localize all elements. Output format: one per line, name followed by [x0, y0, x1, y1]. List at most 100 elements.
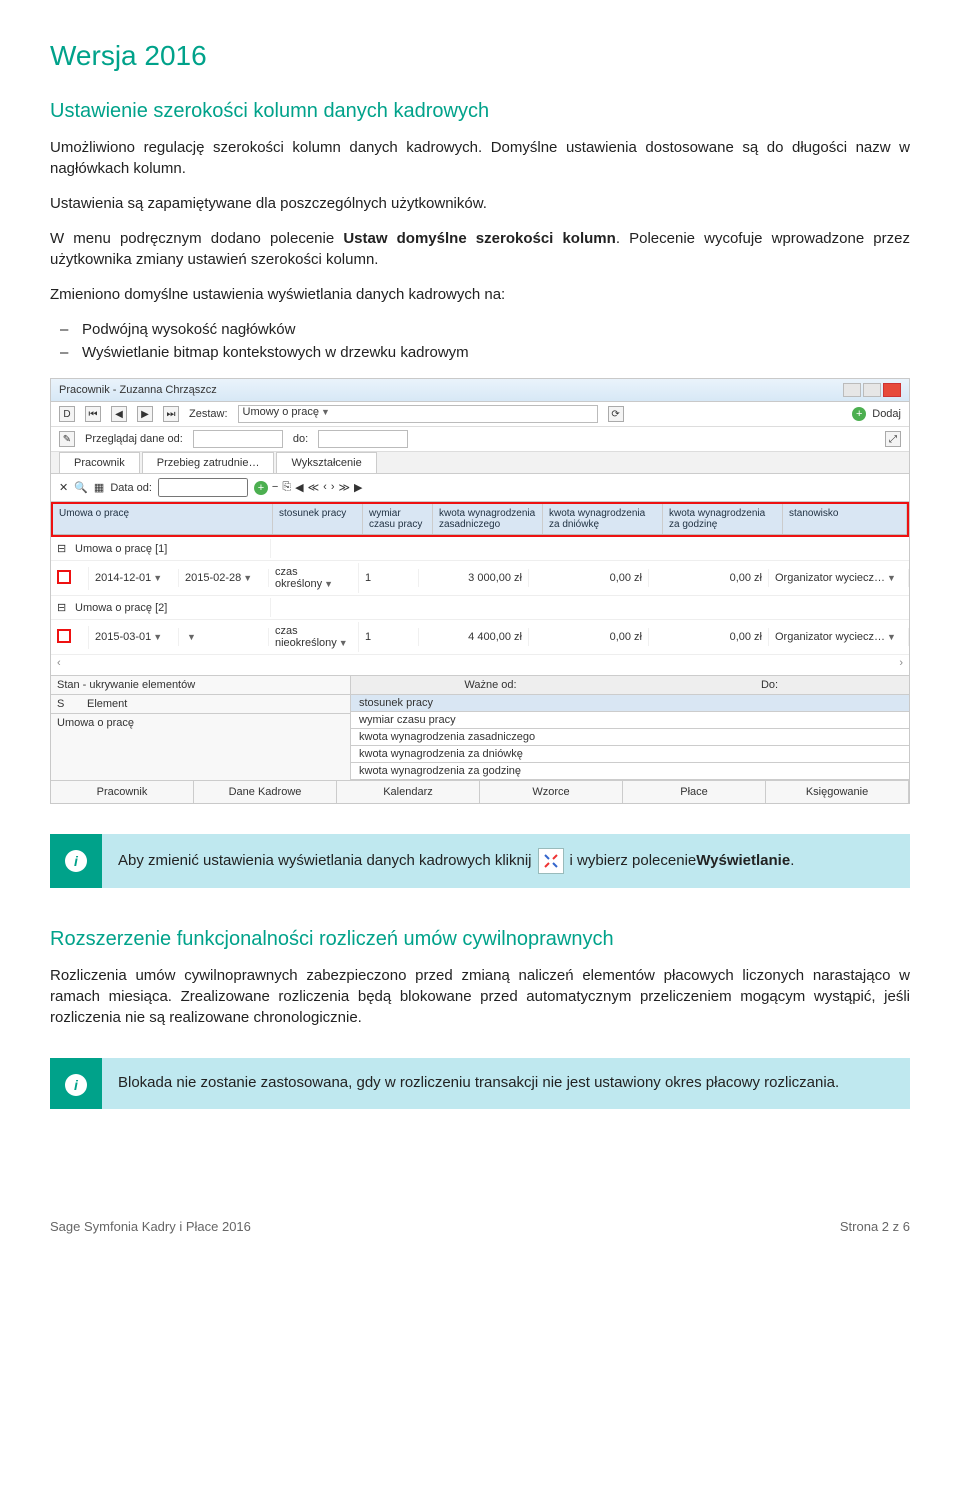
br-row[interactable]: kwota wynagrodzenia za dniówkę: [351, 746, 909, 763]
date-from-input[interactable]: [193, 430, 283, 448]
col-wymiar: wymiar czasu pracy: [363, 504, 433, 534]
br-row[interactable]: stosunek pracy: [351, 695, 909, 712]
info-content: Aby zmienić ustawienia wyświetlania dany…: [102, 834, 910, 888]
filter-icon[interactable]: ✎: [59, 431, 75, 447]
cell-wym: 1: [359, 628, 419, 646]
col-godzina: kwota wynagrodzenia za godzinę: [663, 504, 783, 534]
app-screenshot: Pracownik - Zuzanna Chrząszcz D ⏮ ◀ ▶ ⏭ …: [50, 378, 910, 804]
bullet-item: Wyświetlanie bitmap kontekstowych w drze…: [82, 342, 910, 365]
info-icon: i: [65, 850, 87, 872]
grid-icon[interactable]: ▦: [94, 481, 104, 494]
info-icon: i: [65, 1074, 87, 1096]
tab-wyksztalcenie[interactable]: Wykształcenie: [276, 452, 376, 473]
section1-heading: Ustawienie szerokości kolumn danych kadr…: [50, 100, 910, 123]
footer-right: Strona 2 z 6: [840, 1219, 910, 1234]
bottom-left-panel: Stan - ukrywanie elementów S Element Umo…: [51, 676, 351, 780]
br-row[interactable]: kwota wynagrodzenia zasadniczego: [351, 729, 909, 746]
data-od-input[interactable]: [158, 478, 248, 497]
wazne-label: Ważne od:: [351, 676, 630, 694]
copy-icon[interactable]: ⎘: [282, 481, 291, 495]
col-umowa: Umowa o pracę: [53, 504, 273, 534]
date-to-input[interactable]: [318, 430, 408, 448]
stan-row[interactable]: Umowa o pracę: [51, 714, 350, 732]
expand-icon[interactable]: ⤢: [885, 431, 901, 447]
nav-first-icon[interactable]: ◀: [295, 481, 303, 495]
cell-d1: 2014-12-01: [95, 572, 151, 584]
table-row[interactable]: 2014-12-01▼ 2015-02-28▼ czas określony▼ …: [51, 561, 909, 596]
date-from-label: Przeglądaj dane od:: [85, 433, 183, 445]
bullet-item: Podwójną wysokość nagłówków: [82, 319, 910, 342]
group-row[interactable]: ⊟Umowa o pracę [2]: [51, 596, 909, 620]
data-od-label: Data od:: [110, 482, 152, 494]
cell-k2: 0,00 zł: [529, 628, 649, 646]
next-icon[interactable]: ▶: [137, 406, 153, 422]
info-block-2: i Blokada nie zostanie zastosowana, gdy …: [50, 1058, 910, 1109]
nav-last-icon[interactable]: ▶: [354, 481, 362, 495]
section1-bullets: Podwójną wysokość nagłówków Wyświetlanie…: [50, 319, 910, 364]
main-tabs: Pracownik Przebieg zatrudnie… Wykształce…: [51, 452, 909, 474]
last-icon[interactable]: ⏭: [163, 406, 179, 422]
page-title: Wersja 2016: [50, 40, 910, 72]
dodaj-button[interactable]: Dodaj: [872, 408, 901, 420]
scroll-right-icon[interactable]: ›: [899, 657, 903, 673]
table-row[interactable]: 2015-03-01▼ ▼ czas nieokreślony▼ 1 4 400…: [51, 620, 909, 655]
d-button[interactable]: D: [59, 406, 75, 422]
do-label: Do:: [630, 676, 909, 694]
minimize-icon[interactable]: [843, 383, 861, 397]
info2-text: Blokada nie zostanie zastosowana, gdy w …: [118, 1072, 839, 1095]
col-element: Element: [81, 695, 133, 713]
add-icon[interactable]: +: [852, 407, 866, 421]
nav-fwd-icon[interactable]: ›: [331, 481, 335, 495]
btab-ksiegowanie[interactable]: Księgowanie: [766, 781, 909, 803]
toolbar-row-2: ✎ Przeglądaj dane od: do: ⤢: [51, 427, 909, 452]
search-icon[interactable]: 🔍: [74, 481, 88, 494]
section1-p3b: Ustaw domyślne szerokości kolumn: [343, 230, 615, 247]
section1-p4: Zmieniono domyślne ustawienia wyświetlan…: [50, 284, 910, 305]
cell-k1: 3 000,00 zł: [419, 569, 529, 587]
btab-dane[interactable]: Dane Kadrowe: [194, 781, 337, 803]
scroll-left-icon[interactable]: ‹: [57, 657, 61, 673]
info1-t2: i wybierz polecenie: [570, 850, 697, 873]
group2-label: Umowa o pracę [2]: [75, 602, 167, 614]
column-headers: Umowa o pracę stosunek pracy wymiar czas…: [53, 504, 907, 535]
zestaw-select[interactable]: Umowy o pracę▼: [238, 405, 598, 423]
refresh-icon[interactable]: ⟳: [608, 406, 624, 422]
tab-pracownik[interactable]: Pracownik: [59, 452, 140, 473]
add-row-icon[interactable]: +: [254, 481, 268, 495]
cell-k3: 0,00 zł: [649, 628, 769, 646]
info1-t3: Wyświetlanie: [696, 850, 790, 873]
col-zasad: kwota wynagrodzenia zasadniczego: [433, 504, 543, 534]
col-stanowisko: stanowisko: [783, 504, 907, 534]
cell-stan: Organizator wyciecz…: [775, 631, 885, 643]
toolbar-row-3: ✕ 🔍 ▦ Data od: + − ⎘ ◀ ≪ ‹ › ≫ ▶: [51, 474, 909, 502]
section2-p1: Rozliczenia umów cywilnoprawnych zabezpi…: [50, 965, 910, 1028]
group-row[interactable]: ⊟Umowa o pracę [1]: [51, 537, 909, 561]
info1-t4: .: [790, 850, 794, 873]
btab-kalendarz[interactable]: Kalendarz: [337, 781, 480, 803]
col-s: S: [51, 695, 81, 713]
info-icon-column: i: [50, 1058, 102, 1109]
col-stosunek: stosunek pracy: [273, 504, 363, 534]
nav-prev-icon[interactable]: ≪: [308, 481, 320, 495]
highlighted-header-area: Umowa o pracę stosunek pracy wymiar czas…: [51, 502, 909, 537]
minus-icon[interactable]: −: [272, 481, 278, 495]
info-icon-column: i: [50, 834, 102, 888]
br-row[interactable]: wymiar czasu pracy: [351, 712, 909, 729]
nav-back-icon[interactable]: ‹: [323, 481, 327, 495]
btab-place[interactable]: Płace: [623, 781, 766, 803]
maximize-icon[interactable]: [863, 383, 881, 397]
close-icon[interactable]: [883, 383, 901, 397]
btab-wzorce[interactable]: Wzorce: [480, 781, 623, 803]
tab-przebieg[interactable]: Przebieg zatrudnie…: [142, 452, 275, 473]
btab-pracownik[interactable]: Pracownik: [51, 781, 194, 803]
info-block-1: i Aby zmienić ustawienia wyświetlania da…: [50, 834, 910, 888]
prev-icon[interactable]: ◀: [111, 406, 127, 422]
window-titlebar: Pracownik - Zuzanna Chrząszcz: [51, 379, 909, 402]
bottom-panel: Stan - ukrywanie elementów S Element Umo…: [51, 675, 909, 780]
nav-next-icon[interactable]: ≫: [339, 481, 351, 495]
tools-icon[interactable]: ✕: [59, 481, 68, 494]
cell-typ: czas określony: [275, 566, 322, 590]
section1-p1: Umożliwiono regulację szerokości kolumn …: [50, 137, 910, 179]
first-icon[interactable]: ⏮: [85, 406, 101, 422]
br-row[interactable]: kwota wynagrodzenia za godzinę: [351, 763, 909, 780]
